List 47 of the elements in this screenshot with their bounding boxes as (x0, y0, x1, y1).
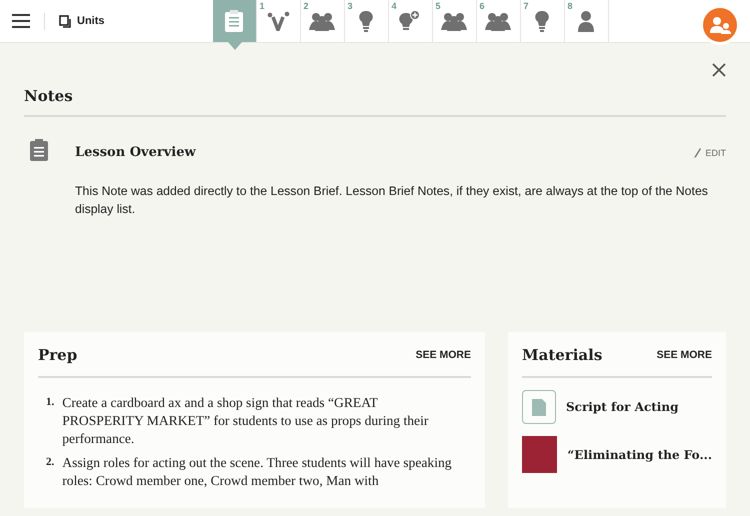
clipboard-icon (30, 139, 48, 161)
step-text: Create a cardboard ax and a shop sign that reads “GREAT PROSPERITY MARKET” for students to use as props during their performance. (62, 394, 430, 448)
step-number: 1. (46, 395, 54, 410)
see-more-link[interactable]: SEE MORE (656, 349, 712, 361)
menu-icon[interactable] (12, 14, 30, 28)
step-number: 2. (46, 455, 54, 470)
lesson-tab[interactable]: 6 (476, 0, 520, 42)
group-icon (440, 11, 468, 31)
clipboard-icon (224, 9, 244, 33)
pencil-icon (694, 148, 702, 158)
material-link[interactable]: Script for Acting (522, 390, 712, 424)
units-icon (59, 14, 71, 28)
note-text: This Note was added directly to the Lesson Brief. Lesson Brief Notes, if they exist, are always at the top of the Notes display list. (75, 183, 709, 218)
lightbulb-icon (359, 10, 373, 32)
lesson-tab[interactable]: 2 (300, 0, 344, 42)
photo-placeholder (522, 436, 558, 473)
card-title: Prep (38, 346, 78, 364)
tab-number: 3 (348, 1, 353, 11)
close-icon[interactable] (712, 63, 726, 77)
notes-heading: Notes (24, 87, 726, 117)
group-icon (308, 11, 336, 31)
group-icon (484, 11, 512, 31)
units-button[interactable]: Units (44, 12, 104, 30)
see-more-link[interactable]: SEE MORE (416, 349, 471, 361)
lesson-tab[interactable]: 3 (344, 0, 388, 42)
tab-number: 5 (436, 1, 441, 11)
lesson-tab[interactable]: 5 (432, 0, 476, 42)
letter-v-icon (266, 11, 290, 31)
edit-button[interactable]: EDIT (694, 145, 726, 161)
step-text: Assign roles for acting out the scene. Three students will have speaking roles: Crowd member one, Crowd member two, Man with (62, 454, 453, 490)
lightbulb-plus-icon (399, 10, 421, 32)
note-title: Lesson Overview (75, 145, 197, 161)
tab-number: 7 (524, 1, 529, 11)
lesson-tab[interactable]: 4 (388, 0, 432, 42)
tab-number: 2 (304, 1, 309, 11)
material-link[interactable]: “Eliminating the Fo... (522, 436, 712, 473)
tab-number: 6 (480, 1, 485, 11)
pdf-icon (522, 390, 556, 424)
tab-number: 1 (260, 1, 265, 11)
tab-pointer (228, 42, 242, 50)
card-title: Materials (522, 346, 602, 364)
tab-number: 4 (392, 1, 397, 11)
tab-number: 8 (568, 1, 573, 11)
lesson-tab[interactable]: 8 (564, 0, 608, 42)
person-icon (577, 10, 595, 32)
lesson-tab[interactable]: 7 (520, 0, 564, 42)
lightbulb-icon (535, 10, 549, 32)
